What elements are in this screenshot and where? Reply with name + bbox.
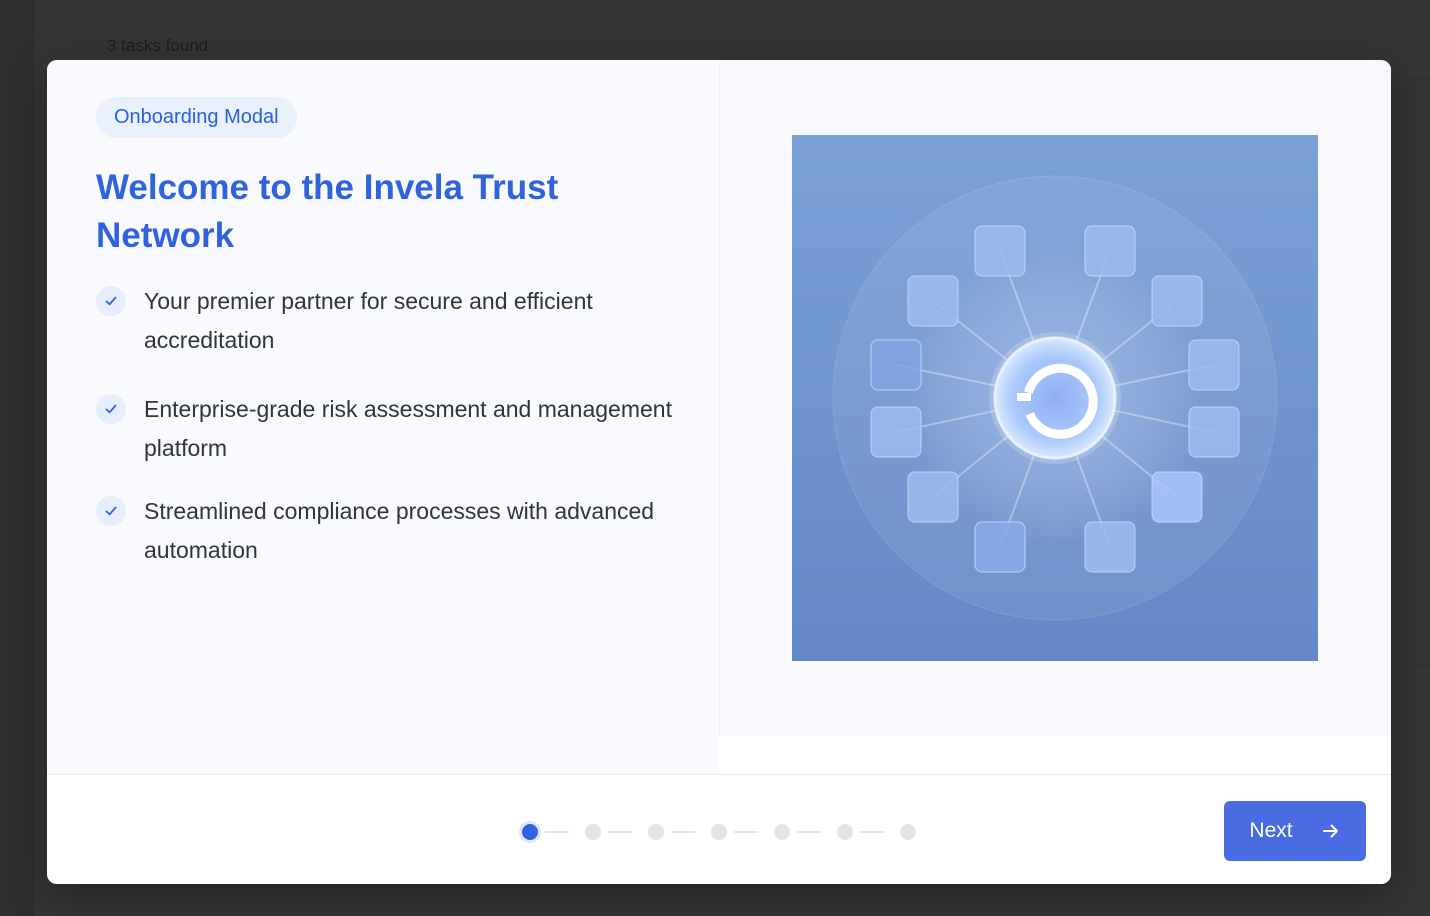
- task-count-text: 3 tasks found: [107, 36, 209, 55]
- step-dot[interactable]: [774, 824, 790, 840]
- feature-list: Your premier partner for secure and effi…: [96, 282, 676, 570]
- step-indicator: [520, 823, 920, 841]
- check-icon: [96, 394, 126, 424]
- arrow-right-icon: [1322, 824, 1338, 838]
- onboarding-badge: Onboarding Modal: [96, 97, 297, 138]
- feature-text: Enterprise-grade risk assessment and man…: [144, 396, 672, 461]
- step-connector: [797, 831, 821, 833]
- feature-item: Enterprise-grade risk assessment and man…: [96, 390, 676, 468]
- modal-content-pane: Onboarding Modal Welcome to the Invela T…: [47, 60, 719, 774]
- feature-text: Streamlined compliance processes with ad…: [144, 498, 655, 563]
- step-dot[interactable]: [648, 824, 664, 840]
- feature-item: Your premier partner for secure and effi…: [96, 282, 676, 360]
- step-dot[interactable]: [585, 824, 601, 840]
- background-row-divider: [1410, 243, 1430, 244]
- background-row-divider: [1410, 72, 1430, 73]
- feature-text: Your premier partner for secure and effi…: [144, 288, 593, 353]
- check-icon: [96, 496, 126, 526]
- modal-footer: Next: [47, 774, 1391, 884]
- next-button[interactable]: Next: [1224, 801, 1366, 861]
- check-icon: [96, 286, 126, 316]
- step-connector: [671, 831, 695, 833]
- step-dot[interactable]: [837, 824, 853, 840]
- network-hub-illustration: [792, 135, 1318, 661]
- step-dot-current[interactable]: [522, 824, 538, 840]
- step-connector: [860, 831, 884, 833]
- next-button-label: Next: [1249, 819, 1293, 842]
- step-connector: [734, 831, 758, 833]
- feature-item: Streamlined compliance processes with ad…: [96, 492, 676, 570]
- background-row-divider: [1410, 146, 1430, 147]
- background-row-divider: [1410, 437, 1430, 438]
- background-row-divider: [1410, 670, 1430, 671]
- welcome-title: Welcome to the Invela Trust Network: [96, 168, 559, 255]
- step-dot[interactable]: [711, 824, 727, 840]
- background-row-divider: [1410, 340, 1430, 341]
- step-connector: [608, 831, 632, 833]
- step-dot[interactable]: [900, 824, 916, 840]
- onboarding-modal: Onboarding Modal Welcome to the Invela T…: [47, 60, 1391, 884]
- step-connector: [545, 831, 569, 833]
